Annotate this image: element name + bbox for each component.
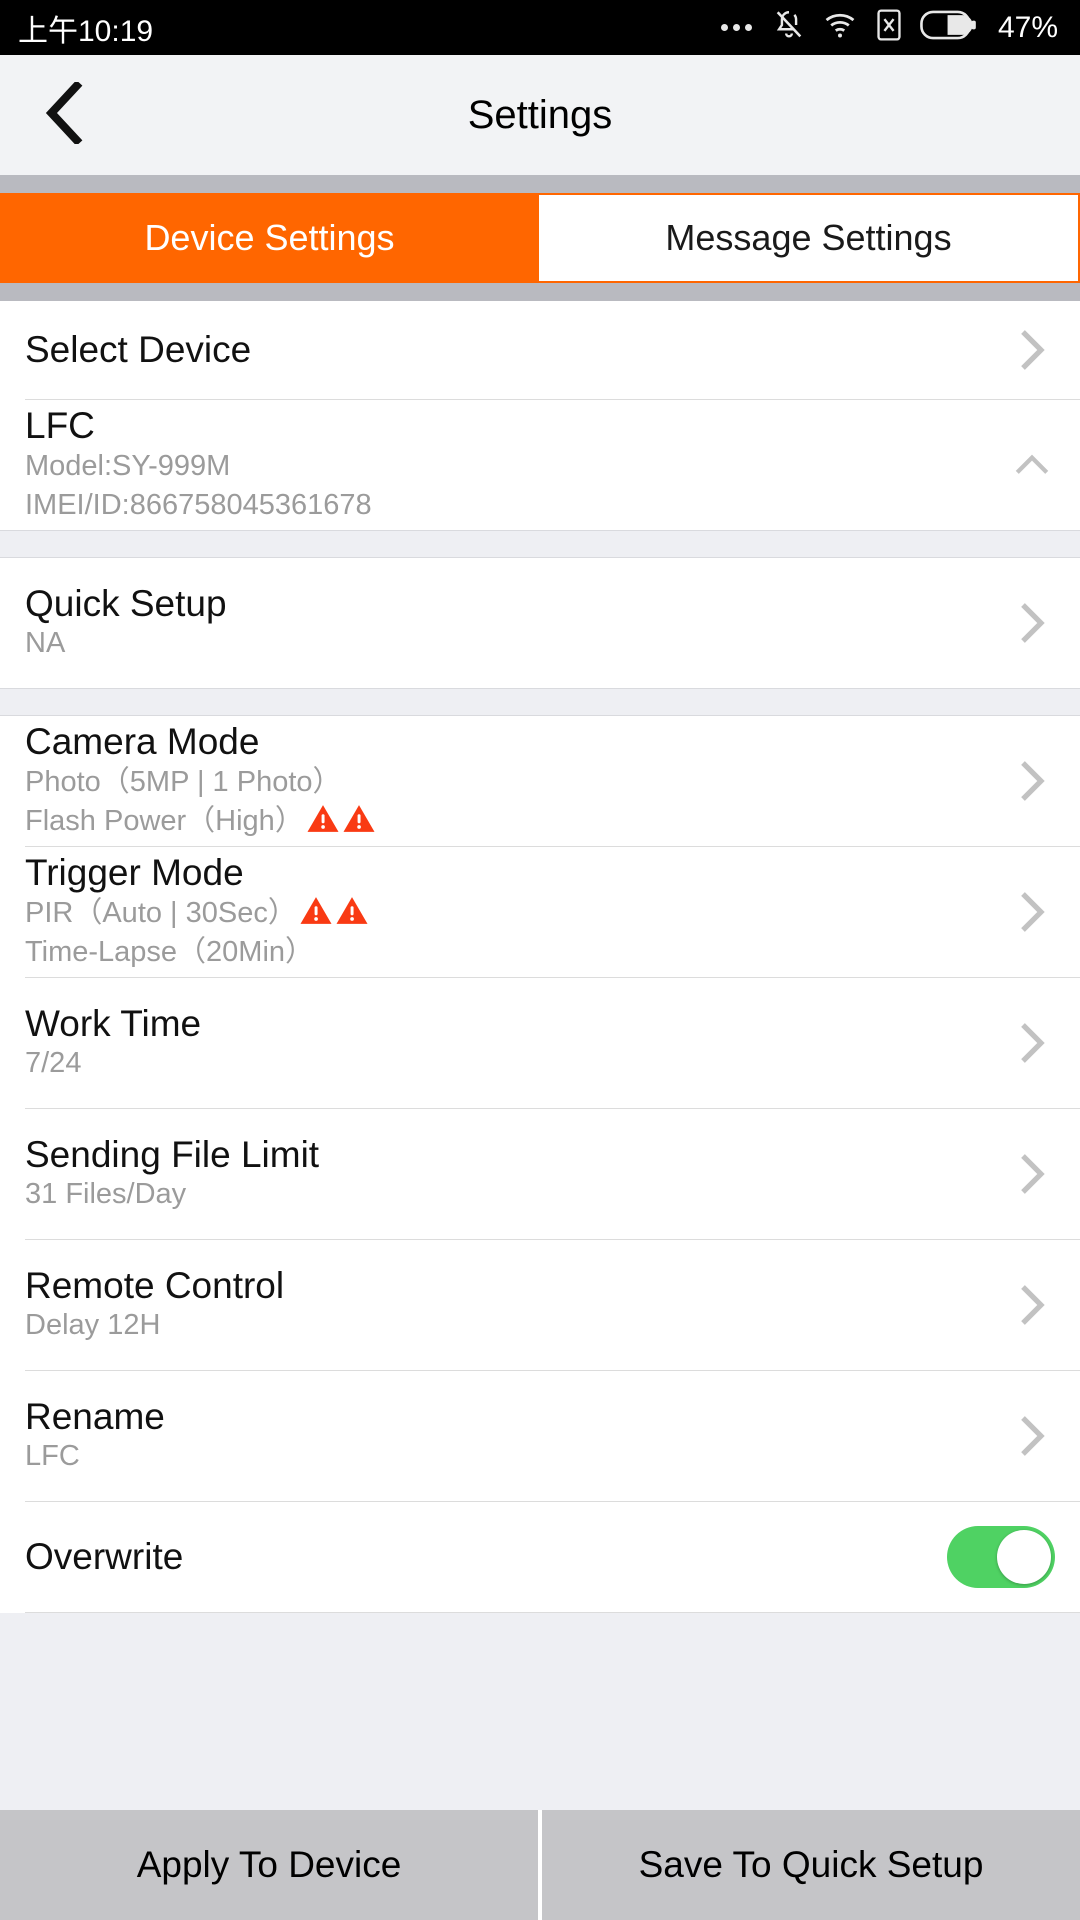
work-time-label: Work Time bbox=[25, 1002, 202, 1044]
settings-list: Select Device LFC Model:SY-999M IMEI/ID:… bbox=[0, 301, 1080, 1613]
save-to-quick-setup-button[interactable]: Save To Quick Setup bbox=[542, 1810, 1080, 1920]
section-gap bbox=[0, 688, 1080, 716]
camera-mode-label: Camera Mode bbox=[25, 721, 260, 763]
warning-triangle-icon bbox=[336, 896, 368, 924]
chevron-right-icon bbox=[1009, 1152, 1055, 1196]
battery-icon bbox=[920, 9, 978, 46]
row-remote-control[interactable]: Remote Control Delay 12H bbox=[0, 1240, 1080, 1370]
sending-file-limit-value: 31 Files/Day bbox=[25, 1178, 187, 1211]
remote-control-label: Remote Control bbox=[25, 1264, 285, 1306]
app-header: Settings bbox=[0, 55, 1080, 175]
bottom-action-bar: Apply To Device Save To Quick Setup bbox=[0, 1810, 1080, 1920]
camera-mode-line2-wrapper: Flash Power（High） bbox=[25, 802, 1009, 841]
chevron-right-icon bbox=[1009, 890, 1055, 934]
trigger-mode-line1-wrapper: PIR（Auto | 30Sec） bbox=[25, 894, 1009, 933]
chevron-right-icon bbox=[1009, 759, 1055, 803]
row-sending-file-limit[interactable]: Sending File Limit 31 Files/Day bbox=[0, 1109, 1080, 1239]
quick-setup-value: NA bbox=[25, 627, 66, 660]
status-bar-icons: 47% bbox=[720, 8, 1058, 47]
settings-tabs: Device Settings Message Settings bbox=[0, 193, 1080, 283]
trigger-mode-line1: PIR（Auto | 30Sec） bbox=[25, 896, 297, 929]
chevron-right-icon bbox=[1009, 1283, 1055, 1327]
row-trigger-mode[interactable]: Trigger Mode PIR（Auto | 30Sec） Time-Laps… bbox=[0, 847, 1080, 977]
status-bar-clock: 上午10:19 bbox=[18, 14, 154, 48]
more-dots-icon bbox=[720, 24, 752, 31]
row-work-time[interactable]: Work Time 7/24 bbox=[0, 978, 1080, 1108]
sim-x-icon bbox=[874, 8, 904, 47]
chevron-right-icon bbox=[1009, 601, 1055, 645]
warning-triangle-icon bbox=[307, 804, 339, 832]
quick-setup-label: Quick Setup bbox=[25, 582, 227, 624]
tab-message-settings[interactable]: Message Settings bbox=[539, 193, 1080, 283]
warning-icons-camera bbox=[306, 803, 376, 834]
overwrite-toggle[interactable] bbox=[947, 1526, 1055, 1588]
tab-device-settings[interactable]: Device Settings bbox=[0, 193, 539, 283]
select-device-label: Select Device bbox=[25, 329, 252, 371]
device-imei-label: IMEI/ID:866758045361678 bbox=[25, 488, 372, 521]
device-name-label: LFC bbox=[25, 405, 95, 447]
row-rename[interactable]: Rename LFC bbox=[0, 1371, 1080, 1501]
battery-percent-label: 47% bbox=[997, 10, 1058, 44]
rename-value: LFC bbox=[25, 1440, 80, 1473]
overwrite-label: Overwrite bbox=[25, 1536, 184, 1578]
apply-to-device-button[interactable]: Apply To Device bbox=[0, 1810, 538, 1920]
toggle-knob bbox=[997, 1530, 1051, 1584]
content-filler bbox=[0, 1613, 1080, 1810]
chevron-right-icon bbox=[1009, 1414, 1055, 1458]
row-camera-mode[interactable]: Camera Mode Photo（5MP | 1 Photo） Flash P… bbox=[0, 716, 1080, 846]
warning-triangle-icon bbox=[300, 896, 332, 924]
camera-mode-line2: Flash Power（High） bbox=[25, 804, 304, 837]
row-quick-setup[interactable]: Quick Setup NA bbox=[0, 558, 1080, 688]
sending-file-limit-label: Sending File Limit bbox=[25, 1133, 320, 1175]
row-device-info[interactable]: LFC Model:SY-999M IMEI/ID:86675804536167… bbox=[0, 400, 1080, 530]
camera-mode-line1: Photo（5MP | 1 Photo） bbox=[25, 765, 342, 798]
trigger-mode-label: Trigger Mode bbox=[25, 852, 244, 894]
page-title: Settings bbox=[467, 92, 613, 137]
row-overwrite[interactable]: Overwrite bbox=[0, 1502, 1080, 1612]
row-select-device[interactable]: Select Device bbox=[0, 301, 1080, 399]
wifi-icon bbox=[822, 8, 858, 47]
back-button[interactable] bbox=[20, 55, 110, 175]
back-chevron-icon bbox=[43, 79, 87, 149]
section-gap bbox=[0, 530, 1080, 558]
remote-control-value: Delay 12H bbox=[25, 1309, 161, 1342]
trigger-mode-line2: Time-Lapse（20Min） bbox=[25, 935, 315, 968]
chevron-right-icon bbox=[1009, 328, 1055, 372]
chevron-right-icon bbox=[1009, 1021, 1055, 1065]
rename-label: Rename bbox=[25, 1395, 165, 1437]
warning-triangle-icon bbox=[343, 804, 375, 832]
bell-off-icon bbox=[772, 8, 806, 47]
status-bar: 上午10:19 47% bbox=[0, 0, 1080, 55]
warning-icons-trigger bbox=[299, 895, 369, 926]
chevron-up-icon[interactable] bbox=[1009, 452, 1055, 478]
tabs-divider-strip bbox=[0, 283, 1080, 301]
device-model-label: Model:SY-999M bbox=[25, 449, 231, 482]
header-divider-strip bbox=[0, 175, 1080, 193]
work-time-value: 7/24 bbox=[25, 1047, 82, 1080]
